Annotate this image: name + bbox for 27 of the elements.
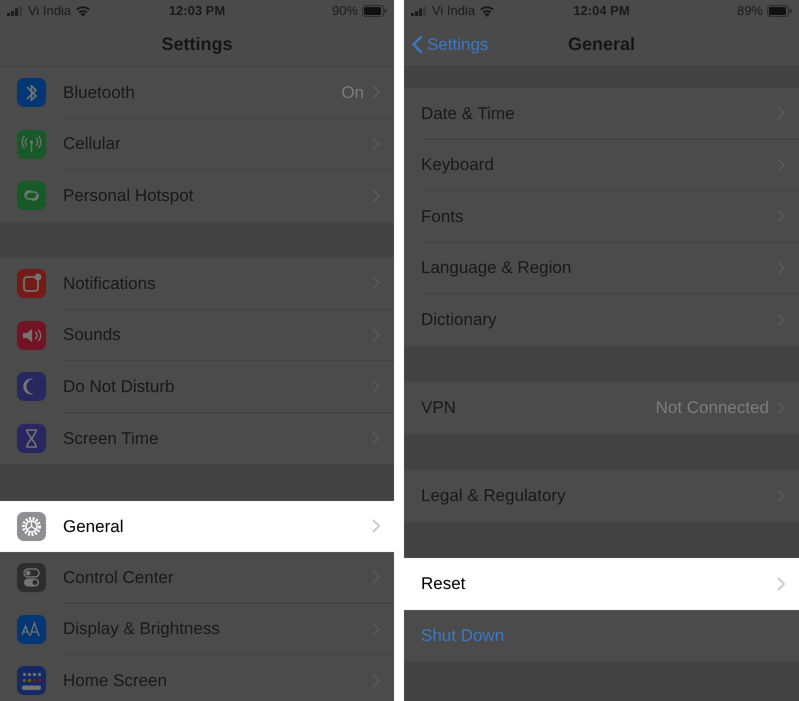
settings-row[interactable]: Reset <box>404 558 799 610</box>
battery-icon <box>767 5 792 17</box>
row-label: Shut Down <box>421 624 506 646</box>
app-grid-icon <box>17 666 46 696</box>
chevron-icon <box>372 519 380 534</box>
wifi-icon <box>479 5 496 17</box>
row-label: Reset <box>421 573 466 595</box>
moon-icon <box>17 372 46 402</box>
text-size-icon <box>17 614 46 644</box>
wifi-icon <box>75 5 92 17</box>
gear-icon <box>17 512 46 541</box>
speaker-icon <box>17 320 46 350</box>
row-label: General <box>63 516 124 538</box>
notification-icon <box>17 269 46 298</box>
back-button[interactable]: Settings <box>412 32 488 58</box>
bluetooth-icon <box>17 78 46 108</box>
toggles-icon <box>17 563 46 592</box>
hourglass-icon <box>17 424 46 453</box>
battery-icon <box>362 5 387 17</box>
chain-icon <box>17 181 46 210</box>
signal-icon <box>411 6 428 16</box>
chevron-icon <box>777 576 785 591</box>
settings-row[interactable]: General <box>0 500 394 552</box>
signal-icon <box>7 6 24 16</box>
back-chevron-icon <box>412 35 423 54</box>
settings-row[interactable]: Shut Down <box>404 610 799 661</box>
antenna-icon <box>17 130 46 159</box>
